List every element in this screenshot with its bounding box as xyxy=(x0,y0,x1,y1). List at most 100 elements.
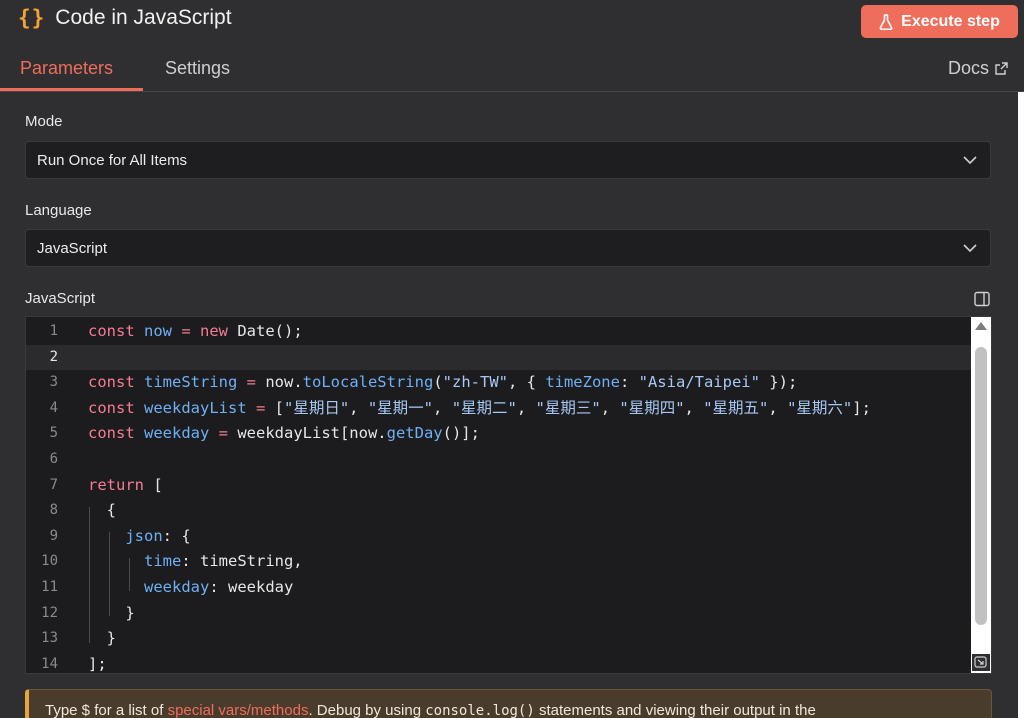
docs-link[interactable]: Docs xyxy=(948,58,1008,79)
line-number: 12 xyxy=(41,604,58,621)
code-line[interactable]: 11 weekday: weekday xyxy=(26,575,971,600)
code-token: "zh-TW" xyxy=(442,373,508,392)
code-token: "星期五" xyxy=(703,398,769,417)
code-text: const now = new Date(); xyxy=(88,319,303,344)
tab-settings[interactable]: Settings xyxy=(165,58,230,79)
line-number: 8 xyxy=(49,502,58,519)
code-text: weekday: weekday xyxy=(88,575,293,600)
code-token: } xyxy=(88,603,135,622)
line-number: 7 xyxy=(49,476,58,493)
scroll-up-arrow-icon[interactable] xyxy=(975,321,987,331)
tab-parameters[interactable]: Parameters xyxy=(20,58,113,79)
code-token: ]; xyxy=(852,398,871,417)
code-token: "星期三" xyxy=(535,398,601,417)
chevron-down-icon xyxy=(963,156,977,165)
line-number: 11 xyxy=(41,579,58,595)
code-line[interactable]: 2 xyxy=(26,344,971,370)
code-token: ]; xyxy=(88,654,107,673)
code-token: }); xyxy=(759,373,798,392)
line-number: 2 xyxy=(49,348,58,365)
line-number: 3 xyxy=(49,374,58,391)
resize-handle-icon[interactable] xyxy=(972,654,990,671)
title-group: {} Code in JavaScript xyxy=(18,6,232,30)
panel-toggle-icon[interactable] xyxy=(974,291,990,307)
code-token: now xyxy=(144,322,172,340)
code-token: weekday xyxy=(144,424,210,443)
code-token: "星期二" xyxy=(451,398,517,417)
code-token: , xyxy=(433,398,452,417)
hint-prefix: Type $ for a list of xyxy=(45,702,168,718)
special-vars-link[interactable]: special vars/methods xyxy=(168,702,309,718)
code-token: timeString xyxy=(144,373,238,392)
code-token: , xyxy=(516,398,536,417)
code-text: ]; xyxy=(88,652,107,673)
code-token: weekdayList[now. xyxy=(237,424,387,443)
code-token: const xyxy=(88,424,144,443)
code-token: getDay xyxy=(386,424,443,443)
code-line[interactable]: 3 const timeString = now.toLocaleString("… xyxy=(26,370,971,395)
code-line[interactable]: 1 const now = new Date(); xyxy=(26,319,971,344)
mode-label: Mode xyxy=(25,113,63,130)
code-text: const timeString = now.toLocaleString("z… xyxy=(88,370,797,395)
code-token: ()]; xyxy=(442,424,480,443)
code-line[interactable]: 5 const weekday = weekdayList[now.getDay(… xyxy=(26,421,971,446)
code-token: timeZone xyxy=(545,373,620,392)
code-line[interactable]: 6 xyxy=(26,447,971,472)
code-token: = xyxy=(209,424,238,443)
code-token: : weekday xyxy=(209,578,294,596)
code-line[interactable]: 13 } xyxy=(26,626,971,651)
code-token: , xyxy=(600,398,620,417)
code-token: { xyxy=(88,501,116,520)
code-line[interactable]: 8 { xyxy=(26,498,971,523)
code-token: , xyxy=(684,398,704,417)
code-line[interactable]: 7 return [ xyxy=(26,473,971,498)
docs-label: Docs xyxy=(948,58,990,78)
code-text: json: { xyxy=(88,524,190,549)
external-link-icon xyxy=(995,62,1008,75)
hint-middle: . Debug by using xyxy=(308,702,426,718)
code-token: ( xyxy=(433,373,443,392)
hint-suffix: statements and viewing their output in t… xyxy=(534,702,816,718)
code-token: : xyxy=(619,373,639,392)
code-token: [ xyxy=(274,398,284,417)
code-token: = xyxy=(246,398,275,417)
code-label: JavaScript xyxy=(25,290,96,307)
line-number: 10 xyxy=(41,553,58,570)
code-line[interactable]: 10 time: timeString, xyxy=(26,549,971,574)
code-text: return [ xyxy=(88,473,163,498)
mode-select[interactable]: Run Once for All Items xyxy=(25,141,991,179)
code-token: } xyxy=(88,629,116,648)
line-number: 1 xyxy=(49,323,58,339)
code-token: , xyxy=(349,398,368,417)
hint-text: Type $ for a list of special vars/method… xyxy=(45,702,816,718)
code-token: weekday xyxy=(144,578,210,596)
code-token: "Asia/Taipei" xyxy=(638,373,760,392)
code-text: } xyxy=(88,601,135,626)
node-header: {} Code in JavaScript Execute step xyxy=(0,0,1024,48)
line-number: 9 xyxy=(49,527,58,544)
line-number: 13 xyxy=(41,630,58,647)
code-token: weekdayList xyxy=(144,398,247,417)
console-log-code: console.log() xyxy=(425,703,535,718)
code-editor[interactable]: 1 const now = new Date(); 2 3 const timeStri… xyxy=(25,316,992,674)
code-line[interactable]: 4 const weekdayList = ["星期日", "星期一", "星期二… xyxy=(26,396,971,421)
code-token: const xyxy=(88,373,144,392)
code-token: const xyxy=(88,398,144,417)
node-title[interactable]: Code in JavaScript xyxy=(55,6,231,30)
line-number: 5 xyxy=(49,425,58,442)
code-token: "星期四" xyxy=(619,398,685,417)
code-token: "星期六" xyxy=(787,398,853,417)
code-token: new xyxy=(200,322,238,340)
scrollbar-thumb[interactable] xyxy=(975,347,987,625)
code-text: time: timeString, xyxy=(88,549,303,574)
code-line[interactable]: 14]; xyxy=(26,652,971,673)
execute-step-button[interactable]: Execute step xyxy=(861,5,1018,38)
language-select[interactable]: JavaScript xyxy=(25,229,991,267)
code-line[interactable]: 9 json: { xyxy=(26,524,971,549)
code-text: { xyxy=(88,498,116,523)
code-token: [ xyxy=(153,475,163,494)
active-tab-indicator xyxy=(0,88,143,91)
code-line[interactable]: 12 } xyxy=(26,601,971,626)
